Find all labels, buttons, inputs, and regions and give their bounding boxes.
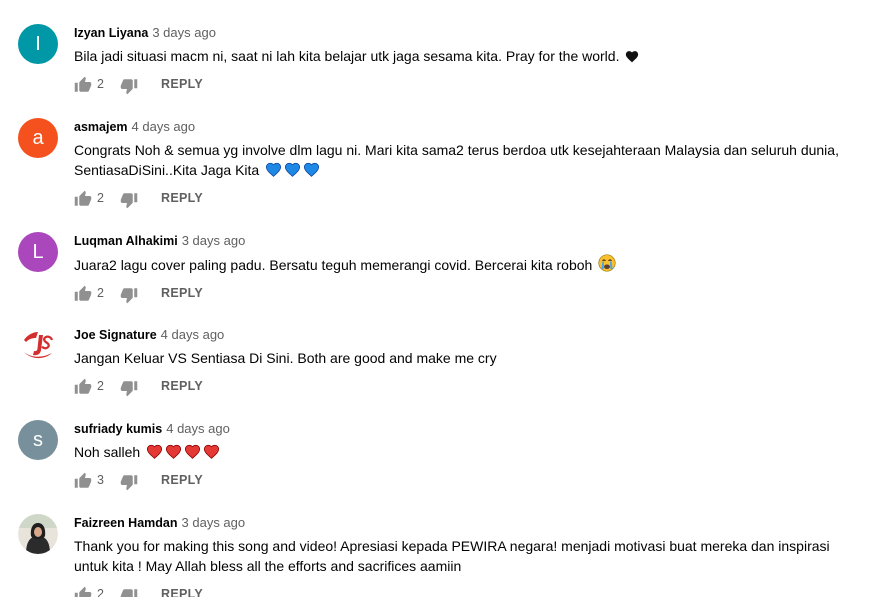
blue-heart-icon: [285, 162, 301, 177]
reply-button[interactable]: REPLY: [161, 286, 203, 300]
profile-photo-icon: [18, 514, 58, 554]
avatar[interactable]: s: [18, 420, 58, 460]
top-divider: [0, 0, 877, 1]
avatar[interactable]: L: [18, 232, 58, 272]
comment-text-content: Thank you for making this song and video…: [74, 538, 830, 574]
comment-text-content: Congrats Noh & semua yg involve dlm lagu…: [74, 142, 839, 178]
avatar[interactable]: [18, 514, 58, 554]
author-name[interactable]: asmajem: [74, 120, 128, 134]
comment-text: Congrats Noh & semua yg involve dlm lagu…: [74, 140, 864, 180]
comment-text: Bila jadi situasi macm ni, saat ni lah k…: [74, 46, 864, 66]
black-heart-icon: [626, 51, 639, 63]
dislike-thumb-icon[interactable]: [120, 191, 138, 209]
red-heart-icon: [203, 444, 220, 459]
author-name[interactable]: Luqman Alhakimi: [74, 234, 178, 248]
like-count: 2: [97, 286, 104, 300]
like-thumb-icon[interactable]: [74, 190, 92, 208]
comment-text-content: Juara2 lagu cover paling padu. Bersatu t…: [74, 257, 593, 273]
blue-heart-icon: [266, 162, 282, 177]
comment-time[interactable]: 3 days ago: [182, 515, 246, 530]
like-thumb-icon[interactable]: [74, 76, 92, 94]
dislike-thumb-icon[interactable]: [120, 473, 138, 491]
like-thumb-icon[interactable]: [74, 586, 92, 597]
author-name[interactable]: Joe Signature: [74, 328, 157, 342]
reply-button[interactable]: REPLY: [161, 191, 203, 205]
joe-signature-logo-icon: [19, 327, 57, 365]
red-heart-icon: [184, 444, 201, 459]
crying-face-icon: [598, 254, 616, 272]
like-count: 2: [97, 587, 104, 597]
like-count: 3: [97, 473, 104, 487]
comment-text: Thank you for making this song and video…: [74, 536, 864, 576]
reply-button[interactable]: REPLY: [161, 379, 203, 393]
dislike-thumb-icon[interactable]: [120, 286, 138, 304]
author-name[interactable]: sufriady kumis: [74, 422, 162, 436]
avatar-letter: I: [35, 32, 41, 55]
like-thumb-icon[interactable]: [74, 472, 92, 490]
comment-text: Noh salleh: [74, 442, 864, 462]
reply-button[interactable]: REPLY: [161, 77, 203, 91]
comment-time[interactable]: 3 days ago: [182, 233, 246, 248]
comment-text: Juara2 lagu cover paling padu. Bersatu t…: [74, 254, 864, 275]
avatar[interactable]: a: [18, 118, 58, 158]
avatar-letter: L: [32, 240, 44, 263]
dislike-thumb-icon[interactable]: [120, 77, 138, 95]
like-count: 2: [97, 191, 104, 205]
comment-text-content: Bila jadi situasi macm ni, saat ni lah k…: [74, 48, 620, 64]
reply-button[interactable]: REPLY: [161, 473, 203, 487]
avatar-letter: s: [33, 428, 43, 451]
comment-time[interactable]: 3 days ago: [152, 25, 216, 40]
dislike-thumb-icon[interactable]: [120, 379, 138, 397]
like-count: 2: [97, 379, 104, 393]
avatar[interactable]: [18, 326, 58, 366]
blue-heart-icon: [304, 162, 320, 177]
like-count: 2: [97, 77, 104, 91]
comment-text-content: Noh salleh: [74, 444, 141, 460]
reply-button[interactable]: REPLY: [161, 587, 203, 597]
comment-time[interactable]: 4 days ago: [166, 421, 230, 436]
comment-time[interactable]: 4 days ago: [161, 327, 225, 342]
like-thumb-icon[interactable]: [74, 378, 92, 396]
avatar[interactable]: I: [18, 24, 58, 64]
author-name[interactable]: Izyan Liyana: [74, 26, 148, 40]
like-thumb-icon[interactable]: [74, 285, 92, 303]
comments-section: I Izyan Liyana 3 days ago Bila jadi situa…: [0, 0, 877, 597]
avatar-letter: a: [32, 126, 44, 149]
red-heart-icon: [165, 444, 182, 459]
dislike-thumb-icon[interactable]: [120, 587, 138, 597]
author-name[interactable]: Faizreen Hamdan: [74, 516, 178, 530]
comment-text-content: Jangan Keluar VS Sentiasa Di Sini. Both …: [74, 350, 497, 366]
comment-text: Jangan Keluar VS Sentiasa Di Sini. Both …: [74, 348, 864, 368]
red-heart-icon: [146, 444, 163, 459]
comment-time[interactable]: 4 days ago: [132, 119, 196, 134]
